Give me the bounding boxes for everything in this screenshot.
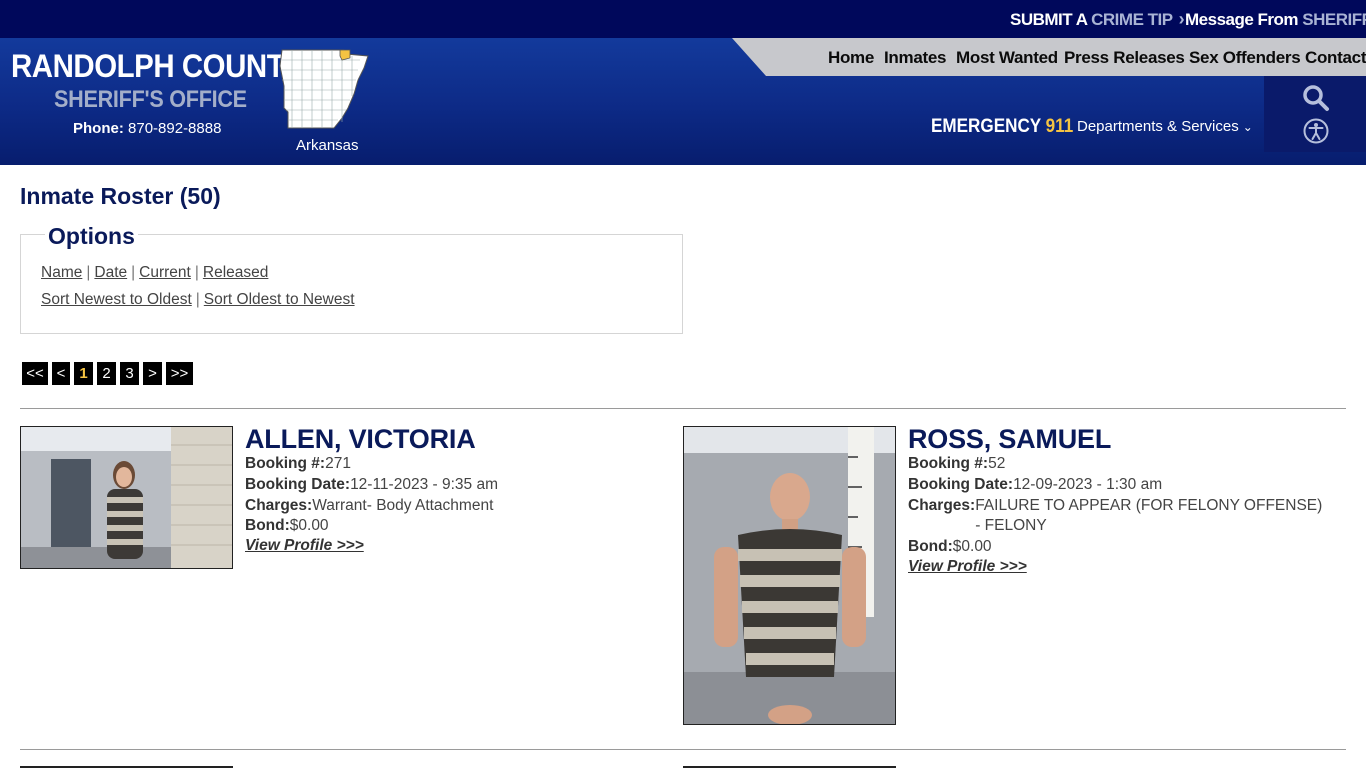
charges-label: Charges: (245, 497, 313, 514)
options-legend: Options (45, 223, 138, 250)
options-panel: Options Name | Date | Current | Released Sort … (20, 223, 683, 334)
sort-links: Sort Newest to Oldest | Sort Oldest to New… (41, 291, 355, 309)
booking-number: Booking #:52 (908, 454, 1005, 474)
nav-contact[interactable]: Contact (1305, 48, 1366, 68)
crime-tip-highlight: CRIME TIP (1091, 10, 1173, 29)
inmate-photo[interactable] (20, 426, 233, 569)
inmate-photo[interactable] (683, 426, 896, 725)
submit-crime-tip-link[interactable]: SUBMIT A CRIME TIP › (1010, 9, 1185, 30)
mugshot-image (21, 427, 232, 568)
phone-label: Phone: (73, 120, 124, 137)
bond-label: Bond: (245, 517, 290, 534)
separator: | (195, 291, 200, 308)
view-profile-link[interactable]: View Profile >>> (245, 537, 364, 555)
charges: Charges:FAILURE TO APPEAR (FOR FELONY OF… (908, 496, 1328, 536)
divider (20, 408, 1346, 409)
booking-date: Booking Date:12-11-2023 - 9:35 am (245, 475, 498, 495)
filter-date-link[interactable]: Date (94, 264, 127, 281)
page-2-button[interactable]: 2 (97, 362, 116, 385)
top-bar: SUBMIT A CRIME TIP › Message From SHERIFF… (0, 0, 1366, 38)
accessibility-icon[interactable] (1303, 118, 1329, 144)
booking-number: Booking #:271 (245, 454, 351, 474)
inmate-name[interactable]: ROSS, SAMUEL (908, 424, 1111, 455)
separator: | (194, 264, 199, 281)
page-last-button[interactable]: >> (166, 362, 193, 385)
filter-released-link[interactable]: Released (203, 264, 269, 281)
nav-press-releases[interactable]: Press Releases (1064, 48, 1185, 68)
booking-date-label: Booking Date: (245, 476, 351, 493)
message-highlight: SHERIFF (1302, 10, 1366, 29)
booking-number-value: 271 (325, 455, 351, 472)
message-from-sheriff-link[interactable]: Message From SHERIFF› (1185, 9, 1366, 30)
page-first-button[interactable]: << (22, 362, 48, 385)
sort-oldest-link[interactable]: Sort Oldest to Newest (204, 291, 355, 308)
mugshot-image (684, 427, 895, 724)
page-1-button[interactable]: 1 (74, 362, 93, 385)
search-icon[interactable] (1302, 84, 1330, 112)
booking-date-value: 12-11-2023 - 9:35 am (350, 476, 498, 493)
emergency-911[interactable]: EMERGENCY 911 (931, 116, 1073, 138)
departments-label: Departments & Services (1077, 118, 1239, 135)
inmate-name[interactable]: ALLEN, VICTORIA (245, 424, 476, 455)
bond: Bond:$0.00 (245, 516, 329, 536)
nav-sex-offenders[interactable]: Sex Offenders (1189, 48, 1301, 68)
main-nav: Home Inmates Most Wanted Press Releases … (732, 38, 1366, 76)
chevron-right-icon: › (1178, 9, 1185, 29)
filter-name-link[interactable]: Name (41, 264, 82, 281)
header-tools (1264, 76, 1366, 152)
bond-value: $0.00 (952, 538, 992, 555)
charges-value: Warrant- Body Attachment (312, 497, 494, 514)
bond-value: $0.00 (289, 517, 329, 534)
page-3-button[interactable]: 3 (120, 362, 139, 385)
brand-title[interactable]: RANDOLPH COUNTY (11, 48, 304, 85)
separator: | (86, 264, 91, 281)
sort-newest-link[interactable]: Sort Newest to Oldest (41, 291, 192, 308)
page-title: Inmate Roster (50) (20, 183, 221, 209)
view-profile-link[interactable]: View Profile >>> (908, 558, 1027, 576)
nav-home[interactable]: Home (828, 48, 874, 68)
bond-label: Bond: (908, 538, 953, 555)
brand-phone: Phone: 870-892-8888 (73, 120, 221, 137)
arkansas-map-icon (279, 49, 369, 129)
separator: | (131, 264, 136, 281)
nav-most-wanted[interactable]: Most Wanted (956, 48, 1058, 68)
page-prev-button[interactable]: < (52, 362, 70, 385)
crime-tip-prefix: SUBMIT A (1010, 10, 1092, 29)
bond: Bond:$0.00 (908, 537, 992, 557)
emergency-number: 911 (1045, 116, 1074, 137)
booking-date: Booking Date:12-09-2023 - 1:30 am (908, 475, 1162, 495)
booking-number-label: Booking #: (245, 455, 326, 472)
nav-inmates[interactable]: Inmates (884, 48, 946, 68)
booking-number-label: Booking #: (908, 455, 989, 472)
filter-links: Name | Date | Current | Released (41, 264, 268, 282)
map-label: Arkansas (296, 137, 359, 154)
divider (20, 749, 1346, 750)
message-prefix: Message From (1185, 10, 1303, 29)
filter-current-link[interactable]: Current (139, 264, 191, 281)
booking-date-label: Booking Date: (908, 476, 1014, 493)
departments-services-dropdown[interactable]: Departments & Services ⌄ (1077, 118, 1253, 135)
page-next-button[interactable]: > (143, 362, 162, 385)
chevron-down-icon: ⌄ (1242, 120, 1253, 134)
emergency-label: EMERGENCY (931, 116, 1046, 137)
site-header: RANDOLPH COUNTY SHERIFF'S OFFICE Phone: … (0, 38, 1366, 165)
charges: Charges:Warrant- Body Attachment (245, 496, 493, 516)
charges-label: Charges: (908, 497, 976, 514)
phone-number[interactable]: 870-892-8888 (128, 120, 221, 137)
booking-date-value: 12-09-2023 - 1:30 am (1013, 476, 1163, 493)
charges-value: FAILURE TO APPEAR (FOR FELONY OFFENSE) -… (975, 497, 1323, 534)
booking-number-value: 52 (988, 455, 1006, 472)
brand-subtitle: SHERIFF'S OFFICE (54, 86, 247, 113)
